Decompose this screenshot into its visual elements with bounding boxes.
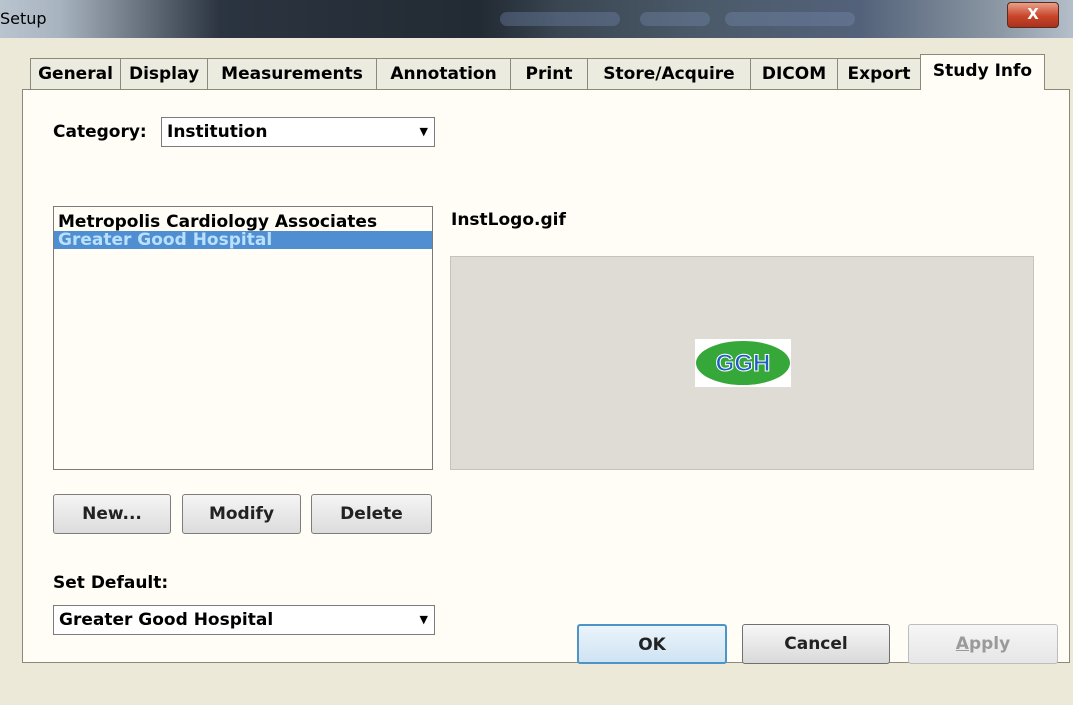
set-default-label: Set Default: xyxy=(53,573,169,593)
category-label: Category: xyxy=(53,122,147,142)
chevron-down-icon: ▼ xyxy=(419,125,428,138)
tab-measurements[interactable]: Measurements xyxy=(207,58,377,89)
cancel-button[interactable]: Cancel xyxy=(742,624,890,664)
tab-study-info[interactable]: Study Info xyxy=(920,54,1045,90)
set-default-select[interactable]: Greater Good Hospital ▼ xyxy=(53,605,435,635)
title-blur xyxy=(500,12,620,26)
set-default-value: Greater Good Hospital xyxy=(59,610,274,630)
close-button[interactable]: X xyxy=(1007,2,1059,28)
tab-display[interactable]: Display xyxy=(120,58,208,89)
tab-store-acquire[interactable]: Store/Acquire xyxy=(587,58,751,89)
setup-dialog: General Display Measurements Annotation … xyxy=(12,38,1070,705)
chevron-down-icon: ▼ xyxy=(419,613,428,626)
logo-preview: GGH xyxy=(450,256,1034,470)
close-icon: X xyxy=(1027,5,1039,23)
institution-list[interactable]: Metropolis Cardiology Associates Greater… xyxy=(53,206,433,470)
tab-dicom[interactable]: DICOM xyxy=(750,58,838,89)
title-blur xyxy=(725,12,855,26)
new-button[interactable]: New... xyxy=(53,494,171,534)
apply-label-rest: pply xyxy=(968,634,1011,654)
study-info-panel: Category: Institution ▼ Metropolis Cardi… xyxy=(22,89,1070,663)
tab-strip: General Display Measurements Annotation … xyxy=(30,54,1045,90)
apply-mnemonic: A xyxy=(955,634,969,654)
category-select[interactable]: Institution ▼ xyxy=(161,117,435,147)
tab-export[interactable]: Export xyxy=(837,58,921,89)
delete-button[interactable]: Delete xyxy=(311,494,432,534)
apply-button[interactable]: Apply xyxy=(908,624,1058,664)
category-value: Institution xyxy=(167,122,268,142)
logo-text: GGH xyxy=(716,350,771,377)
tab-annotation[interactable]: Annotation xyxy=(376,58,511,89)
window-title: Setup xyxy=(0,9,47,28)
list-item[interactable]: Greater Good Hospital xyxy=(54,231,432,249)
tab-print[interactable]: Print xyxy=(510,58,588,89)
title-bar: Setup X xyxy=(0,0,1073,38)
tab-general[interactable]: General xyxy=(30,58,121,89)
ggh-logo-icon: GGH xyxy=(696,341,790,385)
logo-image: GGH xyxy=(695,339,791,387)
ok-button[interactable]: OK xyxy=(577,624,727,664)
modify-button[interactable]: Modify xyxy=(182,494,301,534)
logo-filename: InstLogo.gif xyxy=(451,210,566,230)
list-item[interactable]: Metropolis Cardiology Associates xyxy=(54,213,432,231)
title-blur xyxy=(640,12,710,26)
